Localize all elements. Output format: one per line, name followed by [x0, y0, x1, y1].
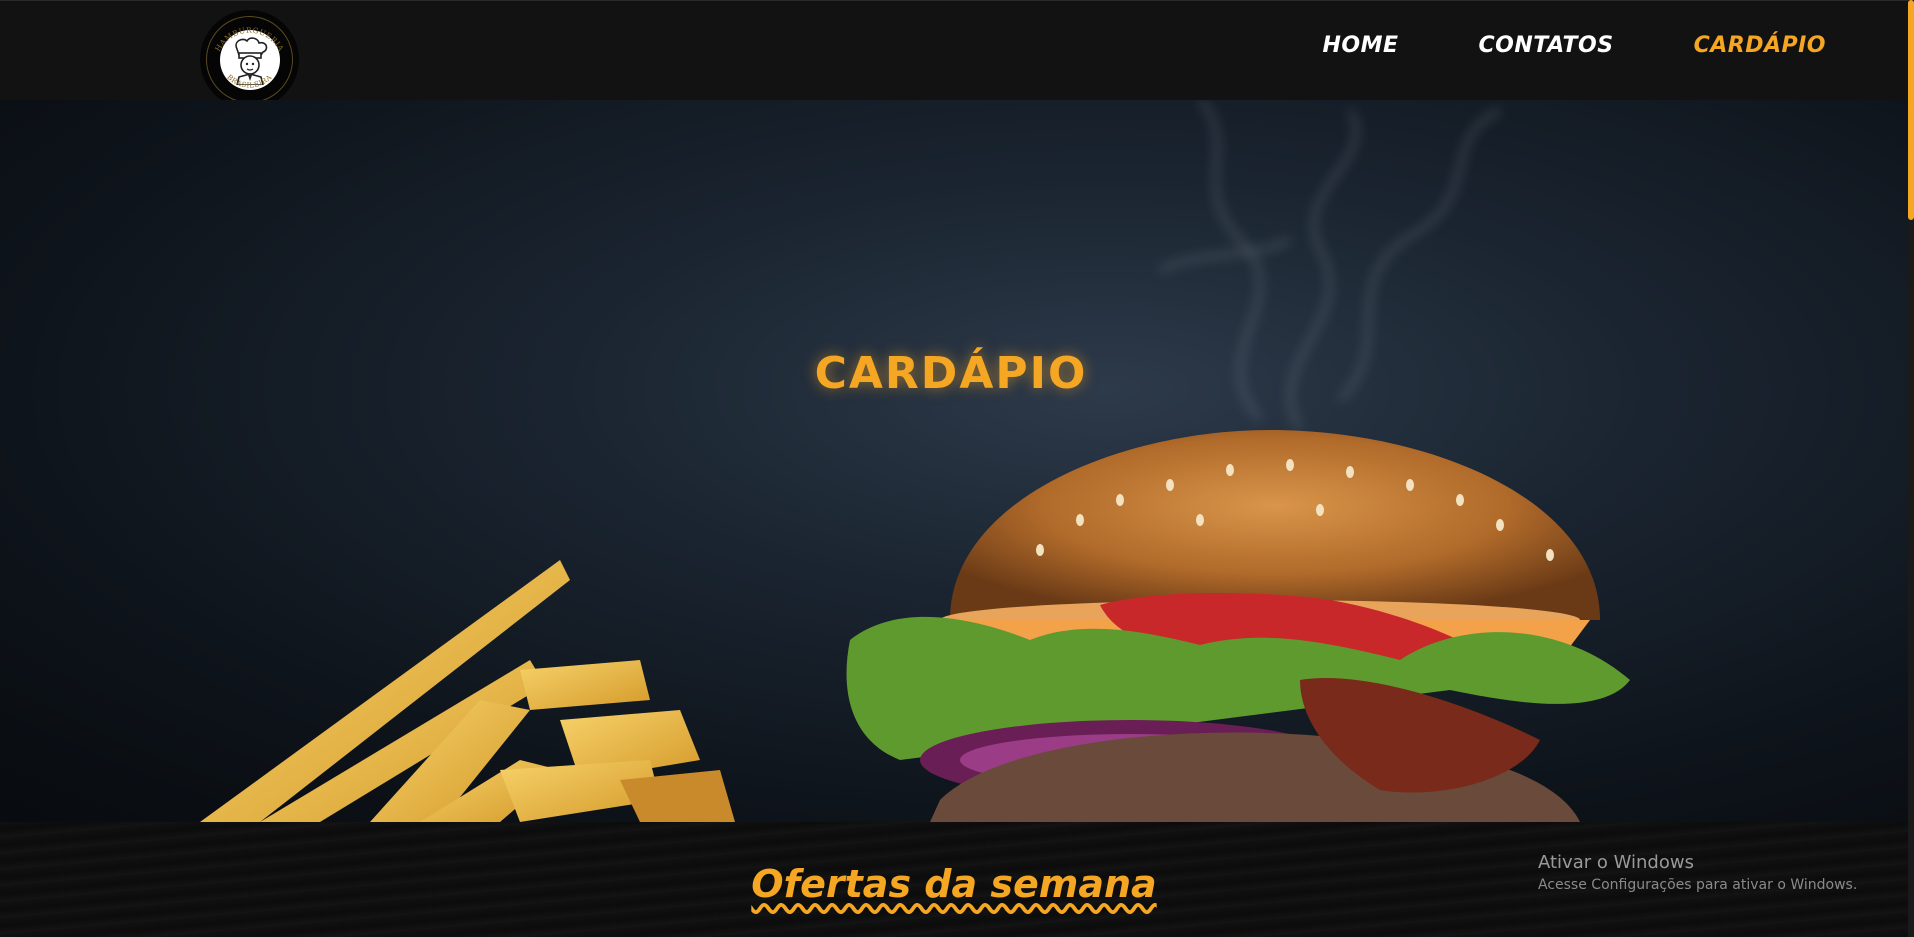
- nav-contatos-link[interactable]: CONTATOS: [1479, 33, 1614, 58]
- hero-image: [200, 100, 1630, 822]
- main-nav: HOME CONTATOS CARDÁPIO: [1322, 33, 1826, 58]
- hero-banner: CARDÁPIO: [0, 100, 1908, 822]
- scrollbar-thumb[interactable]: [1908, 0, 1914, 220]
- page-scrollbar[interactable]: [1908, 0, 1914, 937]
- watermark-title: Ativar o Windows: [1538, 852, 1694, 873]
- nav-home-link[interactable]: HOME: [1322, 33, 1398, 58]
- logo-ring-text: HAMBURGUERIA BRASILEIRA: [213, 26, 285, 90]
- site-header: HAMBURGUERIA BRASILEIRA HOME CONTATOS CA…: [0, 0, 1910, 109]
- hero-title: CARDÁPIO: [814, 348, 1088, 399]
- watermark-subtitle: Acesse Configurações para ativar o Windo…: [1538, 877, 1858, 893]
- fries: [200, 560, 735, 822]
- svg-text:BRASILEIRA: BRASILEIRA: [225, 73, 274, 90]
- svg-text:HAMBURGUERIA: HAMBURGUERIA: [213, 26, 285, 53]
- burger: [846, 430, 1630, 822]
- chef-logo-icon[interactable]: HAMBURGUERIA BRASILEIRA: [200, 10, 299, 109]
- windows-activation-watermark: Ativar o Windows Acesse Configurações pa…: [1538, 852, 1857, 893]
- nav-cardapio-link[interactable]: CARDÁPIO: [1694, 33, 1826, 58]
